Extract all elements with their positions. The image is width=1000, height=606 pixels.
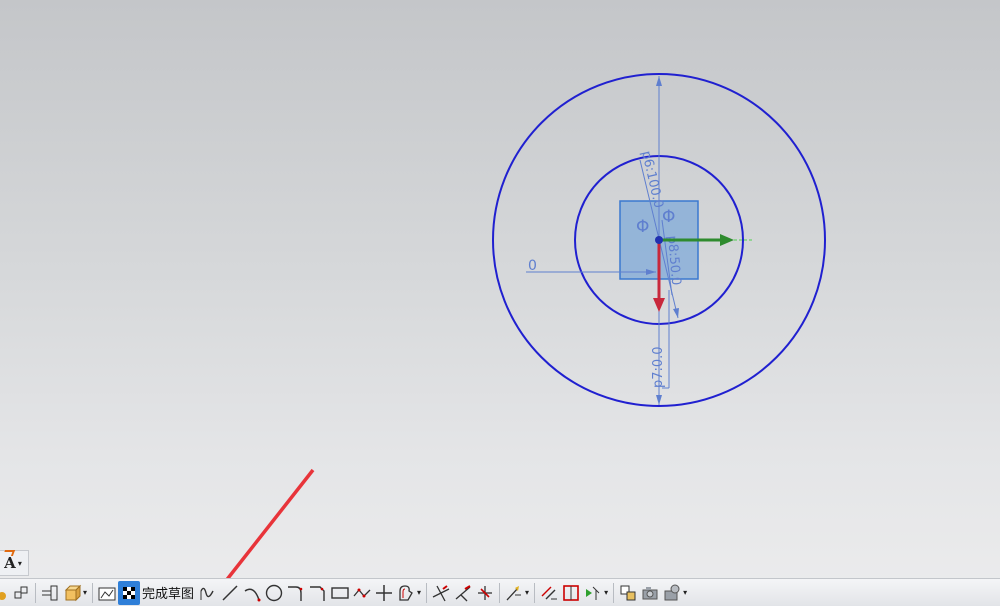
geometric-constraint-icon[interactable] [538,581,560,605]
show-constraints-icon[interactable] [582,581,604,605]
offset-label: 0 [528,258,537,274]
polyline-icon[interactable] [351,581,373,605]
toolbar-divider [426,582,428,603]
quick-extend-icon[interactable] [452,581,474,605]
chevron-down-icon[interactable]: ▾ [18,559,22,568]
toolbar-divider [92,582,94,603]
diameter-symbol-1: Φ [636,217,649,237]
display-sketch-icon[interactable] [617,581,639,605]
sketch-toolbar: ▾ 完成草图 ▾ ▾ ▾ ▾ [0,578,1000,606]
arc-icon[interactable] [241,581,263,605]
fillet-icon[interactable] [0,581,10,605]
chevron-down-icon[interactable]: ▾ [525,588,529,597]
toolbar-divider [499,582,501,603]
text-tool-glyph: A [4,554,16,572]
studio-spline-icon[interactable] [197,581,219,605]
chamfer-icon[interactable] [307,581,329,605]
outer-diameter-label: p7:0.0 [651,346,666,388]
finish-sketch-label: 完成草图 [142,587,195,602]
finish-flag-icon [118,580,141,605]
pattern-icon[interactable] [39,581,61,605]
chevron-down-icon[interactable]: ▾ [604,588,608,597]
camera-icon[interactable] [639,581,661,605]
rectangle-icon[interactable] [329,581,351,605]
circle-icon[interactable] [263,581,285,605]
chevron-down-icon[interactable]: ▾ [417,588,421,597]
point-icon[interactable] [373,581,395,605]
text-tool-button[interactable]: A ▾ [0,550,29,576]
box-view-icon[interactable] [61,581,83,605]
fillet-curve-icon[interactable] [285,581,307,605]
coincident-icon[interactable] [560,581,582,605]
snap-icon[interactable] [10,581,32,605]
quick-trim-icon[interactable] [430,581,452,605]
offset-curve-icon[interactable] [395,581,417,605]
sketch-task-icon[interactable] [96,581,118,605]
toolbar-divider [613,582,615,603]
sketch-canvas[interactable]: p7:0.0 p6:100.0 p8:50.0 Φ Φ 0 [0,0,1000,548]
finish-sketch-button[interactable]: 完成草图 [118,580,197,605]
toolbar-divider [534,582,536,603]
chevron-down-icon[interactable]: ▾ [683,588,687,597]
diameter-symbol-2: Φ [662,207,675,227]
chevron-down-icon[interactable]: ▾ [83,588,87,597]
toolbar-divider [35,582,36,603]
auto-dimension-icon[interactable] [503,581,525,605]
render-icon[interactable] [661,581,683,605]
graphics-window[interactable]: p7:0.0 p6:100.0 p8:50.0 Φ Φ 0 [0,0,1000,606]
make-corner-icon[interactable] [474,581,496,605]
line-icon[interactable] [219,581,241,605]
